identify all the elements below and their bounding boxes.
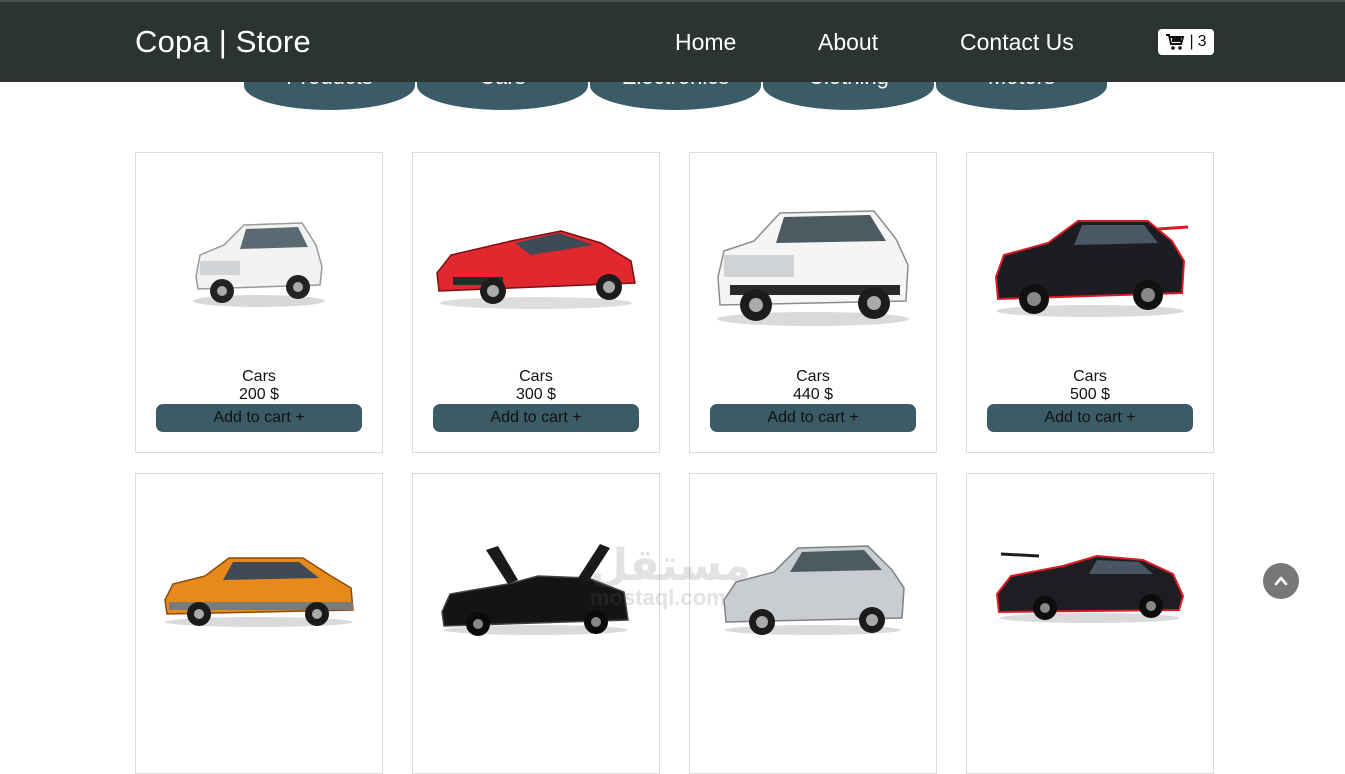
- product-card: [966, 473, 1214, 774]
- product-price: 300 $: [515, 386, 557, 403]
- cart-count: 3: [1197, 33, 1207, 50]
- product-price: 500 $: [1069, 386, 1111, 403]
- product-card: [412, 473, 660, 774]
- product-card: [689, 473, 937, 774]
- product-category: Cars: [519, 368, 553, 385]
- brand-logo[interactable]: Copa | Store: [135, 24, 311, 60]
- nav-contact-us[interactable]: Contact Us: [960, 29, 1074, 56]
- product-card: Cars 300 $ Add to cart +: [412, 152, 660, 453]
- red-sports-car-image: [436, 230, 636, 309]
- nav-home[interactable]: Home: [675, 29, 736, 56]
- product-card: Cars 200 $ Add to cart +: [135, 152, 383, 453]
- product-category: Cars: [242, 368, 276, 385]
- silver-sedan-image: [723, 545, 905, 635]
- product-price: 200 $: [238, 386, 280, 403]
- nav-about[interactable]: About: [818, 29, 878, 56]
- cart-separator: |: [1189, 33, 1194, 50]
- top-navbar: Copa | Store Home About Contact Us | 3: [0, 0, 1345, 82]
- add-to-cart-button[interactable]: Add to cart +: [433, 404, 639, 432]
- black-lamborghini-image: [995, 552, 1185, 623]
- add-to-cart-button[interactable]: Add to cart +: [710, 404, 916, 432]
- product-card: [135, 473, 383, 774]
- add-to-cart-button[interactable]: Add to cart +: [987, 404, 1193, 432]
- add-to-cart-button[interactable]: Add to cart +: [156, 404, 362, 432]
- cart-icon: [1165, 33, 1185, 51]
- black-sports-car-image: [994, 220, 1189, 317]
- cart-button[interactable]: | 3: [1158, 29, 1214, 55]
- product-card: Cars 440 $ Add to cart +: [689, 152, 937, 453]
- scroll-to-top-button[interactable]: [1263, 563, 1299, 599]
- chevron-up-icon: [1274, 576, 1288, 586]
- black-supercar-image: [441, 544, 629, 636]
- product-card: Cars 500 $ Add to cart +: [966, 152, 1214, 453]
- white-suv-image: [193, 222, 325, 307]
- white-suv-image: [717, 210, 909, 326]
- product-price: 440 $: [792, 386, 834, 403]
- orange-suv-image: [164, 557, 354, 627]
- product-category: Cars: [1073, 368, 1107, 385]
- product-category: Cars: [796, 368, 830, 385]
